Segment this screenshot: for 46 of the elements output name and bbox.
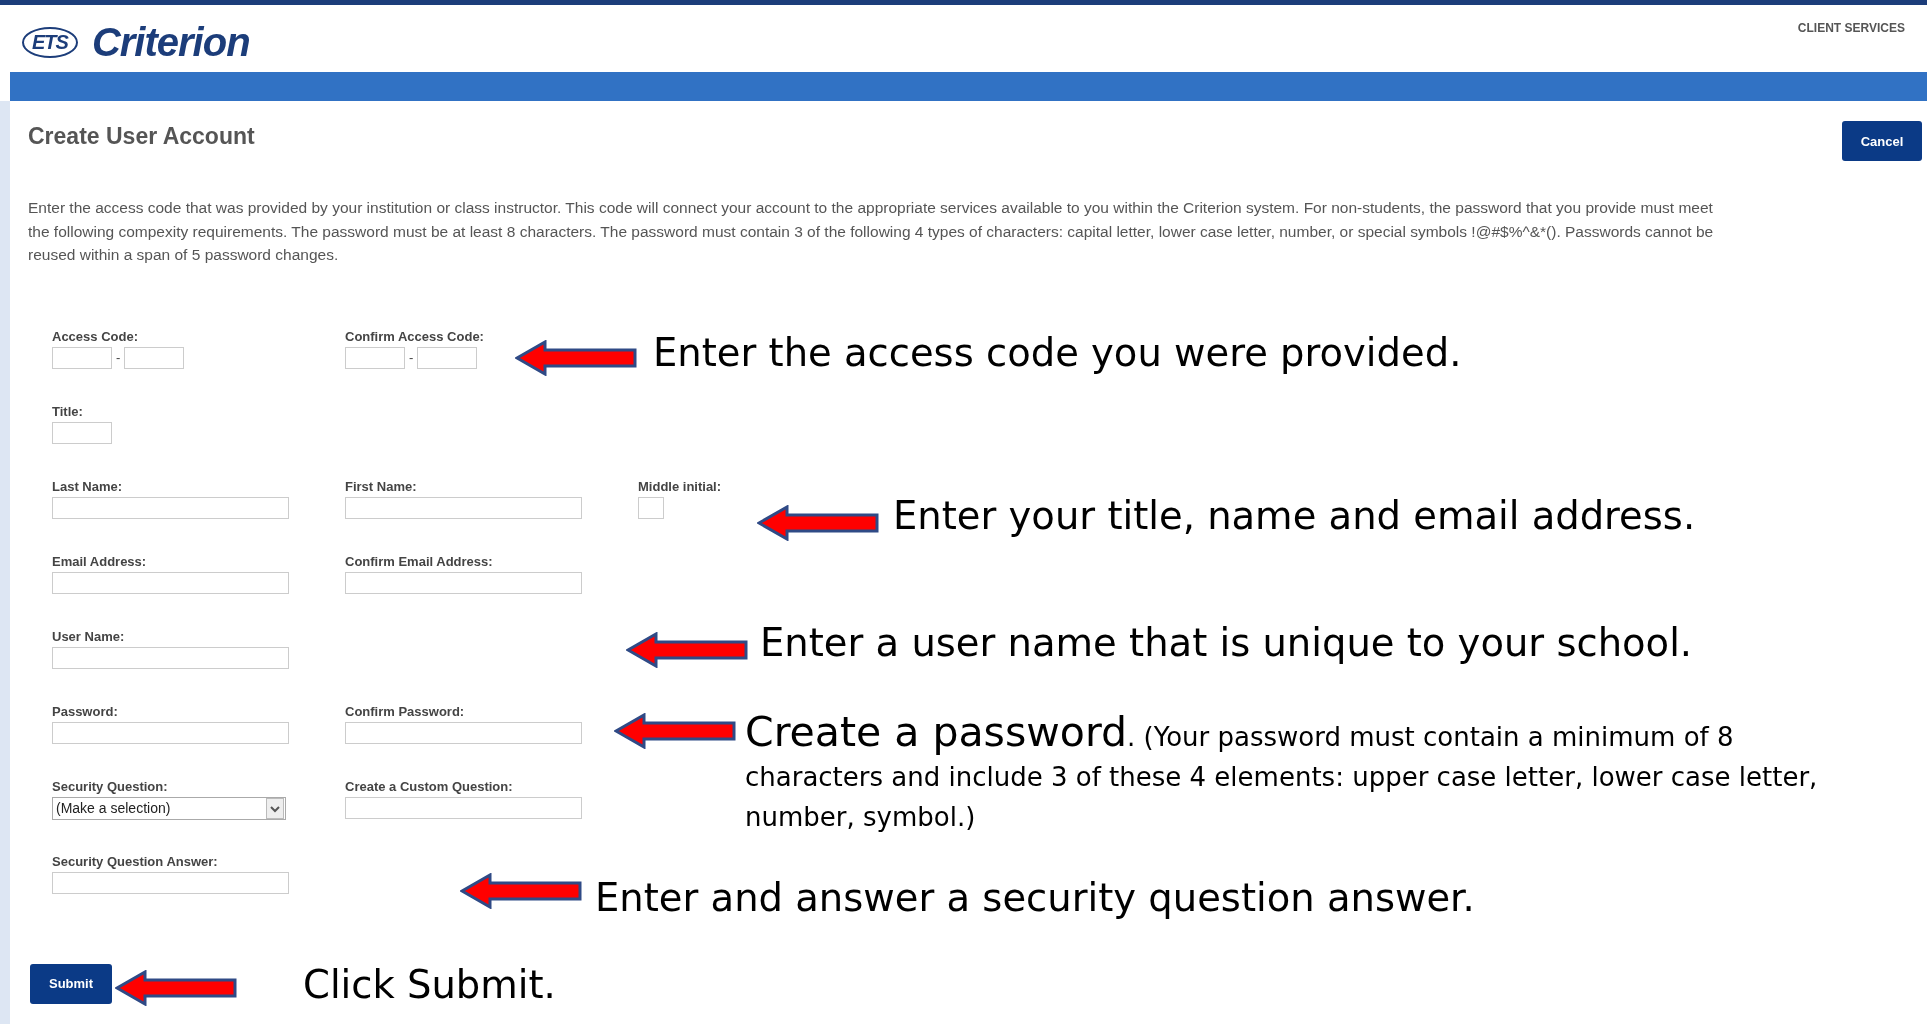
field-label: Security Question Answer: bbox=[52, 853, 219, 871]
cancel-button[interactable]: Cancel bbox=[1842, 121, 1922, 161]
code-input[interactable] bbox=[52, 346, 112, 369]
text-input[interactable] bbox=[52, 871, 289, 894]
caret-icon bbox=[266, 797, 284, 819]
text-input[interactable] bbox=[345, 796, 582, 819]
annotation-text: Enter your title, name and email address. bbox=[893, 493, 1696, 538]
field-label: Email Address: bbox=[52, 553, 148, 571]
text-input[interactable] bbox=[52, 571, 289, 594]
logo-name: Criterion bbox=[91, 20, 250, 65]
dash: - bbox=[409, 350, 414, 365]
annotation-text: Click Submit. bbox=[303, 962, 556, 1007]
field-label: Middle initial: bbox=[638, 478, 723, 496]
text-input[interactable] bbox=[52, 496, 289, 519]
field-label: Security Question: bbox=[52, 778, 169, 796]
instructions: Enter the access code that was provided by your institution or class instructor. This code will connect your account to the appropriate services available to you within the Criterion system. For non-students, the password that you provide must meet the following compexity requirements. The password must be at least 8 characters. The password must contain 3 of the following 4 types of characters: capital letter, lower case letter, number, or special symbols !@#$%^&*(). Passwords cannot be reused within a span of 5 password changes. bbox=[28, 198, 1715, 265]
annotation-text: Enter and answer a security question answer. bbox=[595, 875, 1475, 920]
annotation-text: Enter the access code you were provided. bbox=[653, 330, 1462, 375]
text-input[interactable] bbox=[345, 721, 582, 744]
field-label: Confirm Email Address: bbox=[345, 553, 494, 571]
text-input[interactable] bbox=[345, 571, 582, 594]
code-input[interactable] bbox=[345, 346, 405, 369]
annotation-text: Enter a user name that is unique to your school. bbox=[760, 620, 1693, 665]
field-label: Access Code: bbox=[52, 328, 139, 346]
text-input[interactable] bbox=[52, 421, 112, 444]
text-input[interactable] bbox=[52, 721, 289, 744]
submit-button[interactable]: Submit bbox=[30, 963, 112, 1004]
field-label: User Name: bbox=[52, 628, 126, 646]
code-input[interactable] bbox=[417, 346, 478, 369]
annotation-text: Create a password. (Your password must contain a minimum of 8 characters and include 3 of these 4 elements: upper case letter, lower case letter, number, symbol.) bbox=[745, 712, 1819, 834]
field-label: Last Name: bbox=[52, 478, 124, 496]
code-input[interactable] bbox=[124, 346, 185, 369]
field-label: First Name: bbox=[345, 478, 418, 496]
client-services-link[interactable]: CLIENT SERVICES bbox=[1797, 21, 1905, 35]
initial-input[interactable] bbox=[638, 496, 664, 519]
field-label: Confirm Access Code: bbox=[345, 328, 485, 346]
page-title: Create User Account bbox=[28, 123, 255, 150]
field-label: Title: bbox=[52, 403, 84, 421]
logo-badge: ETS bbox=[22, 27, 78, 58]
field-label: Confirm Password: bbox=[345, 703, 466, 721]
field-label: Create a Custom Question: bbox=[345, 778, 514, 796]
text-input[interactable] bbox=[345, 496, 582, 519]
dash: - bbox=[116, 350, 121, 365]
question-dropdown[interactable]: (Make a selection) bbox=[52, 796, 286, 820]
field-label: Password: bbox=[52, 703, 119, 721]
text-input[interactable] bbox=[52, 646, 289, 669]
